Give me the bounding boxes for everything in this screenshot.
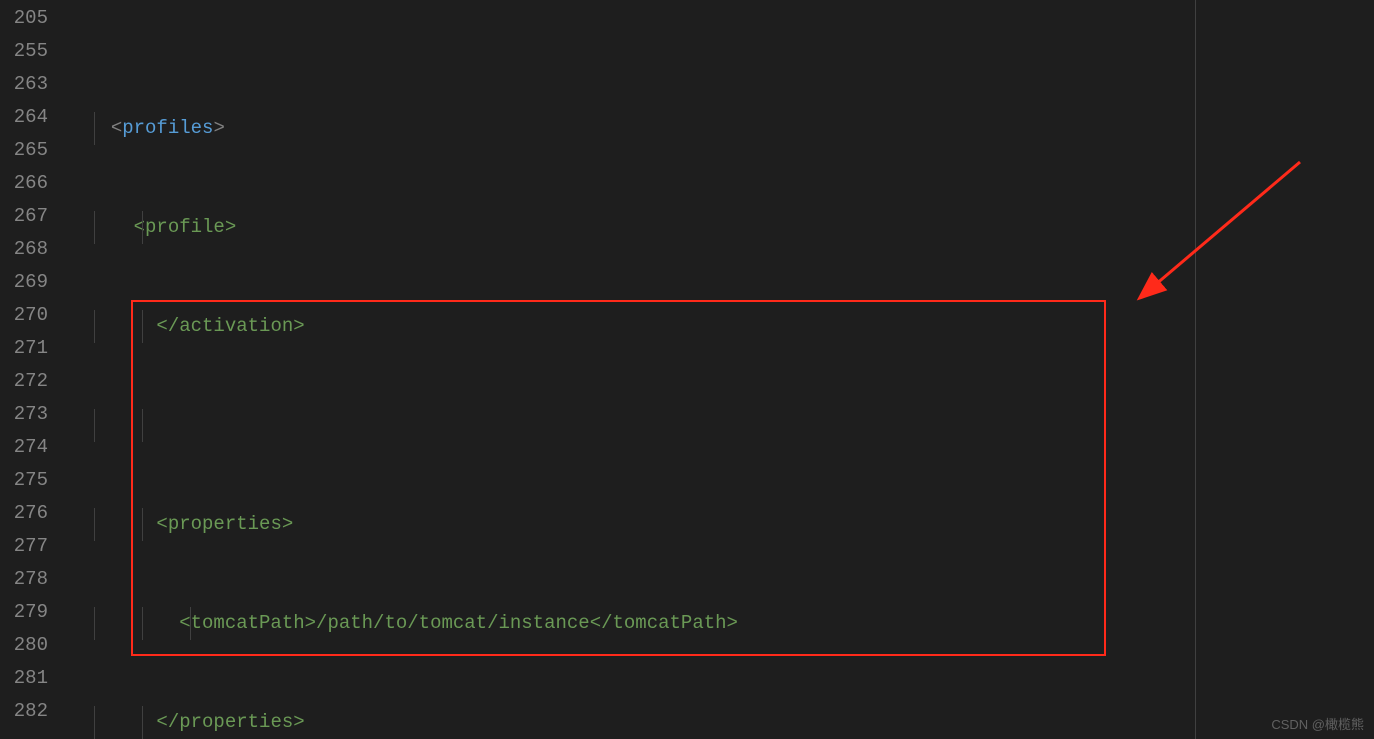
line-number: 279 xyxy=(0,596,60,629)
code-area[interactable]: <profiles> <profile> </activation> <prop… xyxy=(60,0,1374,739)
code-line[interactable]: </activation> xyxy=(60,310,1374,343)
code-line[interactable]: </properties> xyxy=(60,706,1374,739)
watermark-text: CSDN @橄榄熊 xyxy=(1271,714,1364,733)
line-number-gutter: 205 255 263 264 265 266 267 268 269 270 … xyxy=(0,0,60,739)
line-number: 278 xyxy=(0,563,60,596)
line-number: 267 xyxy=(0,200,60,233)
code-editor[interactable]: 205 255 263 264 265 266 267 268 269 270 … xyxy=(0,0,1374,739)
code-line[interactable]: <properties> xyxy=(60,508,1374,541)
line-number: 270 xyxy=(0,299,60,332)
line-number: 205 xyxy=(0,2,60,35)
line-number: 281 xyxy=(0,662,60,695)
code-line[interactable]: <profiles> xyxy=(60,112,1374,145)
line-number: 274 xyxy=(0,431,60,464)
line-number: 266 xyxy=(0,167,60,200)
line-number: 265 xyxy=(0,134,60,167)
line-number: 273 xyxy=(0,398,60,431)
line-number: 282 xyxy=(0,695,60,728)
line-number: 268 xyxy=(0,233,60,266)
line-number: 276 xyxy=(0,497,60,530)
code-line[interactable]: <profile> xyxy=(60,211,1374,244)
line-number: 272 xyxy=(0,365,60,398)
line-number: 269 xyxy=(0,266,60,299)
line-number: 277 xyxy=(0,530,60,563)
line-number: 275 xyxy=(0,464,60,497)
code-line[interactable]: <tomcatPath>/path/to/tomcat/instance</to… xyxy=(60,607,1374,640)
line-number: 263 xyxy=(0,68,60,101)
code-line[interactable] xyxy=(60,409,1374,442)
line-number: 255 xyxy=(0,35,60,68)
line-number: 264 xyxy=(0,101,60,134)
line-number: 280 xyxy=(0,629,60,662)
line-number: 271 xyxy=(0,332,60,365)
